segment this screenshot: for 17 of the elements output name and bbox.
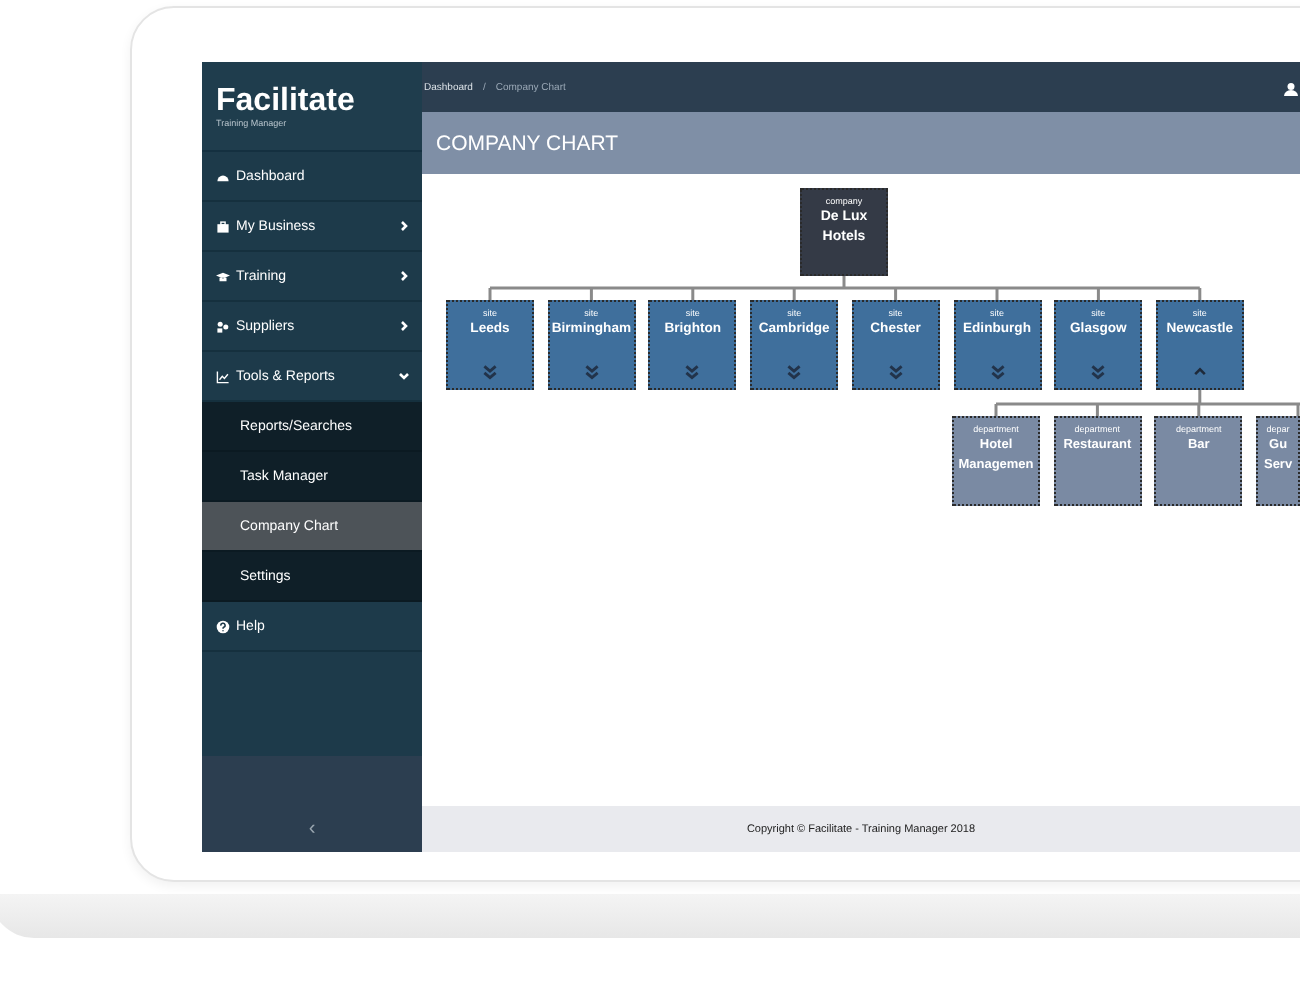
collapse-button[interactable]: ‹ bbox=[304, 820, 320, 840]
double-chevron-down-icon[interactable] bbox=[482, 364, 498, 380]
page-title: COMPANY CHART bbox=[436, 131, 619, 155]
double-chevron-down-icon[interactable] bbox=[786, 364, 803, 380]
help-icon bbox=[216, 619, 230, 633]
double-chevron-down-icon[interactable] bbox=[1090, 364, 1107, 380]
double-chevron-down-icon[interactable] bbox=[684, 364, 701, 380]
double-chevron-down-icon[interactable] bbox=[887, 364, 904, 380]
user-icon[interactable] bbox=[1284, 82, 1298, 96]
caret-up-icon[interactable] bbox=[1191, 366, 1208, 376]
briefcase-icon bbox=[216, 219, 230, 233]
logo-text: Facilitate bbox=[216, 84, 355, 118]
people-icon bbox=[216, 319, 230, 333]
chart-icon bbox=[216, 369, 230, 383]
double-chevron-down-icon[interactable] bbox=[583, 364, 600, 380]
cap-icon bbox=[216, 269, 230, 283]
double-chevron-down-icon[interactable] bbox=[989, 364, 1005, 380]
